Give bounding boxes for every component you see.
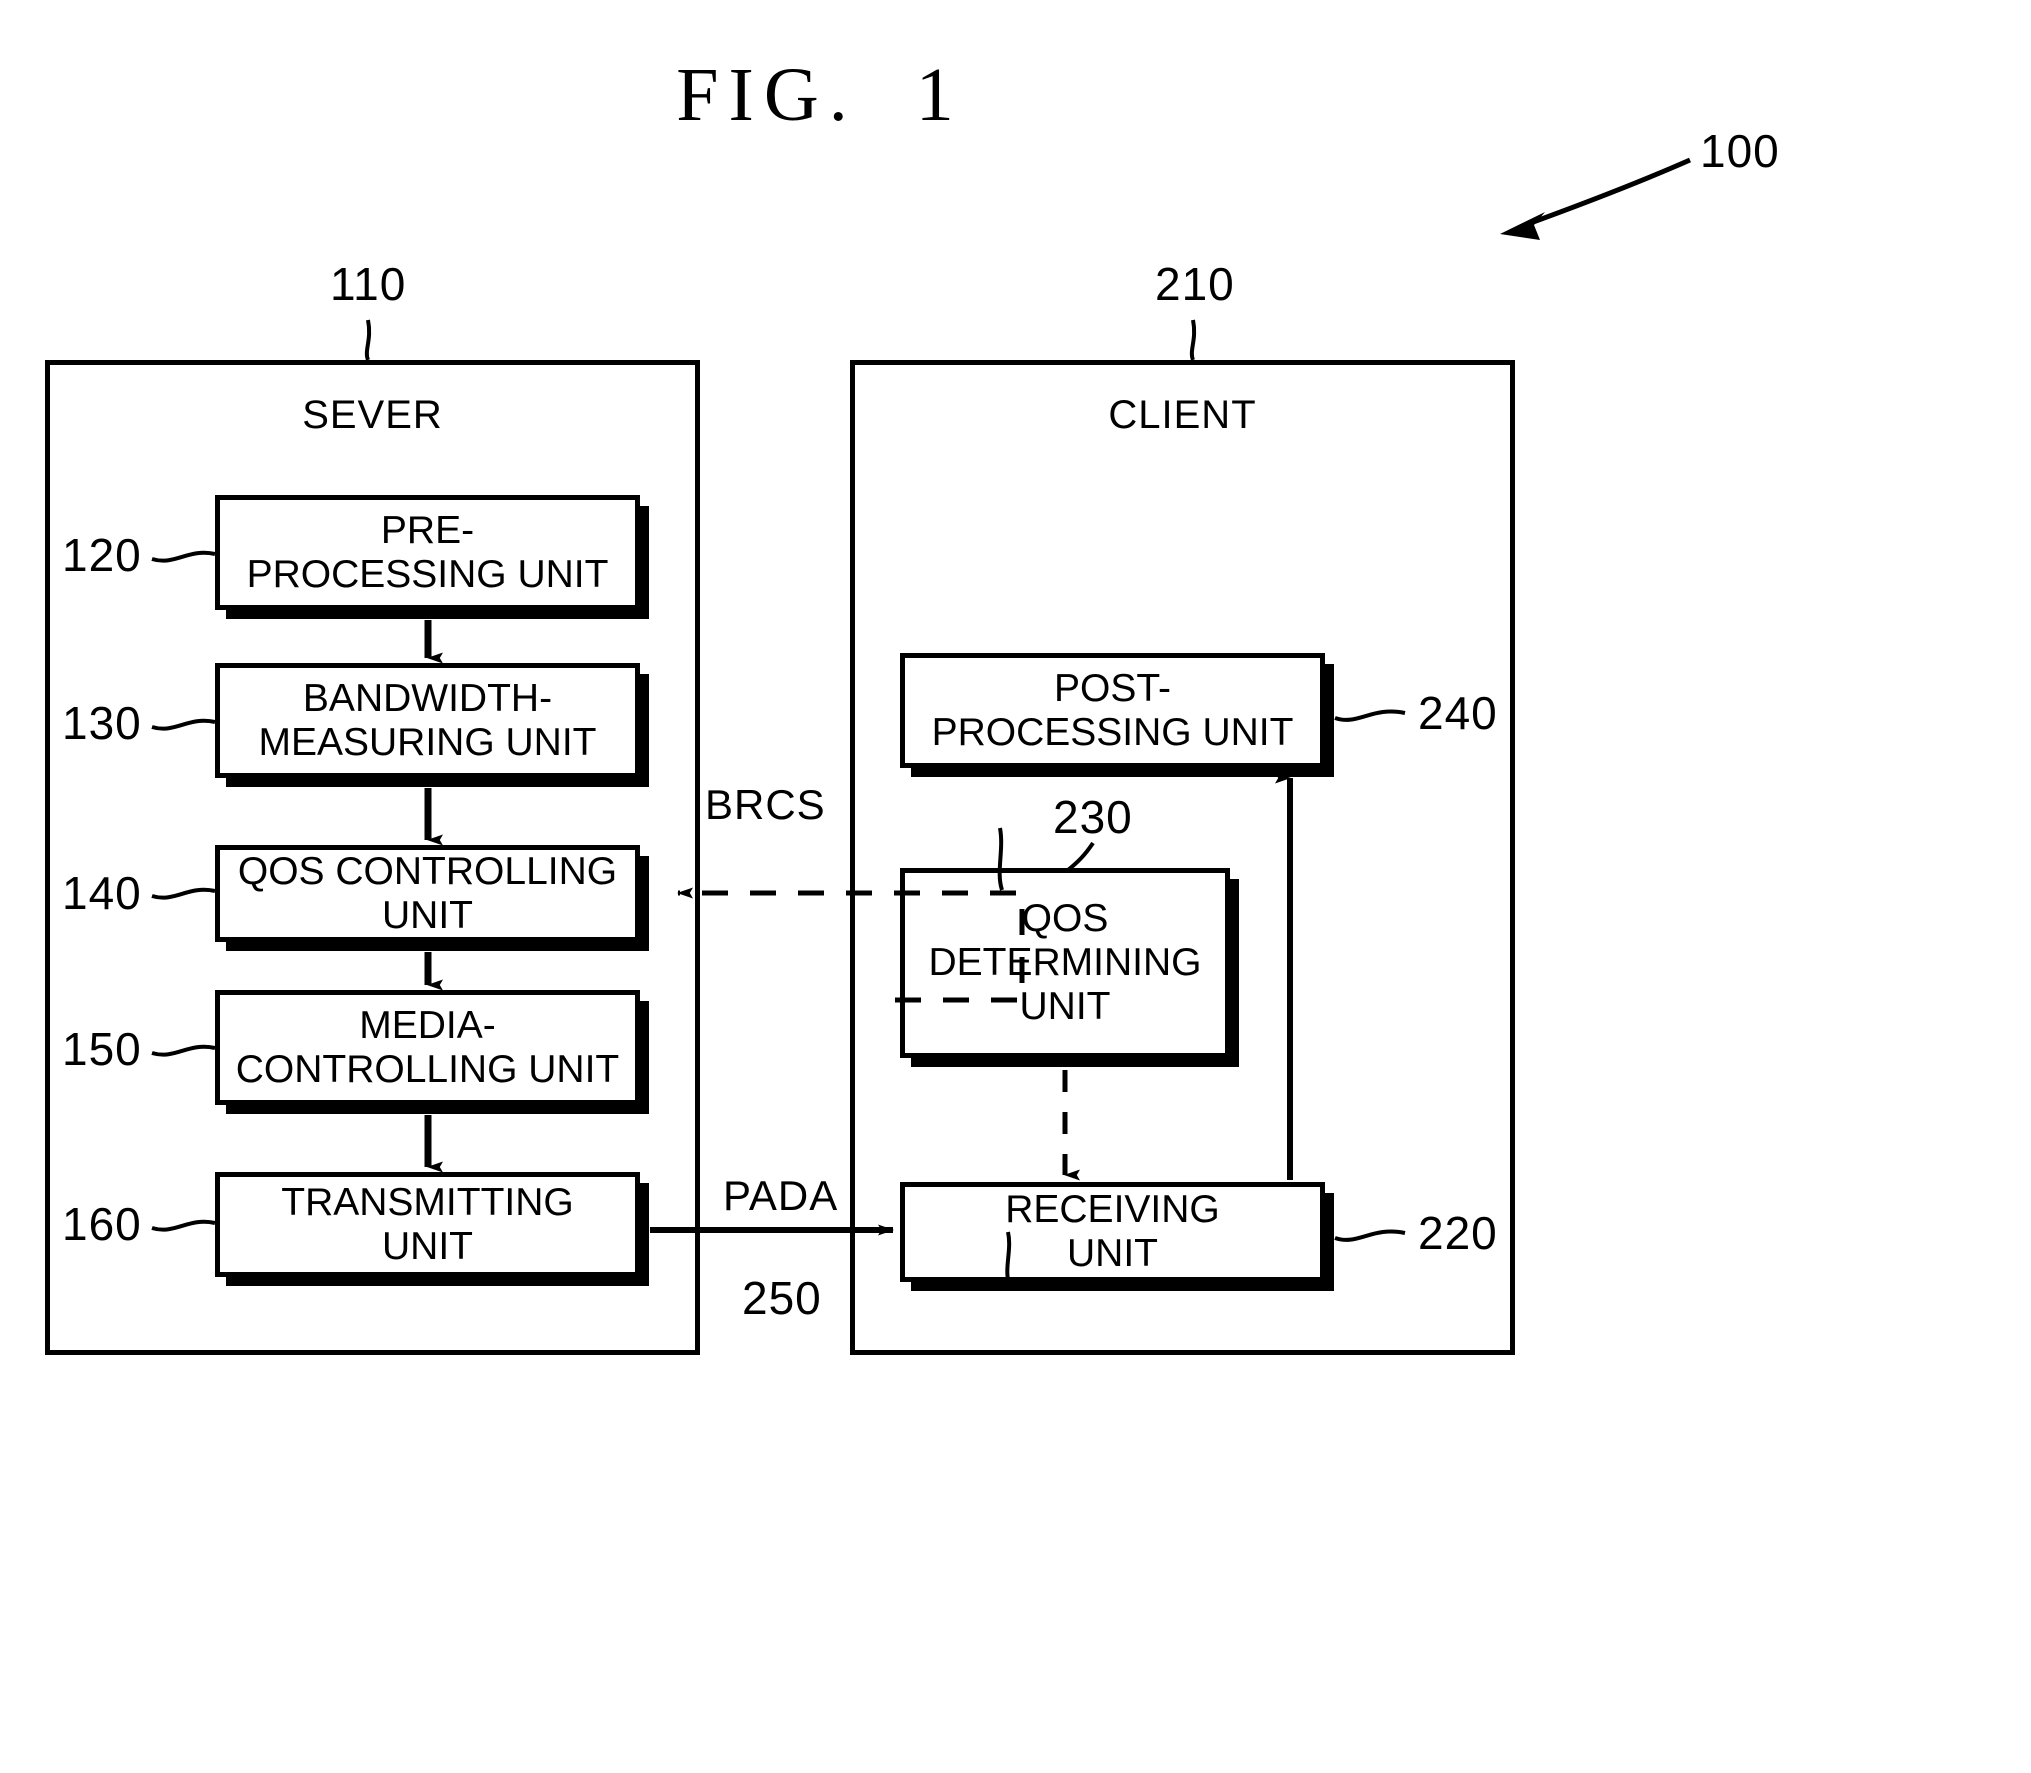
figure-title: FIG. 1 [676,53,964,137]
ref-number-130: 130 [62,697,142,749]
ref-number-230: 230 [1053,791,1133,843]
ref-number-120: 120 [62,529,142,581]
ref-number-100: 100 [1700,125,1780,177]
leader-line-100 [1524,157,1692,228]
ref-number-240: 240 [1418,687,1498,739]
unit-qos-controlling: QOS CONTROLLING UNIT [215,845,640,942]
unit-transmitting: TRANSMITTING UNIT [215,1172,640,1277]
ref-number-210: 210 [1155,258,1235,310]
signal-label-pada: PADA [723,1172,839,1219]
ref-number-110: 110 [330,258,407,310]
server-title: SEVER [302,393,443,437]
signal-label-brcs: BRCS [705,781,826,828]
leader-line-110 [364,319,372,361]
ref-number-160: 160 [62,1198,142,1250]
client-title: CLIENT [1108,393,1257,437]
unit-media-controlling: MEDIA- CONTROLLING UNIT [215,990,640,1105]
ref-number-220: 220 [1418,1207,1498,1259]
leader-arrowhead-100 [1500,212,1545,240]
figure-canvas: FIG. 1 100 SEVER 110 CLIENT 210 PRE- PRO… [0,0,2031,1773]
ref-number-150: 150 [62,1023,142,1075]
unit-bandwidth-measuring: BANDWIDTH- MEASURING UNIT [215,663,640,778]
ref-number-140: 140 [62,867,142,919]
ref-number-250: 250 [742,1272,822,1324]
unit-receiving: RECEIVING UNIT [900,1182,1325,1282]
leader-line-210 [1189,319,1197,361]
unit-post-processing: POST- PROCESSING UNIT [900,653,1325,768]
unit-pre-processing: PRE- PROCESSING UNIT [215,495,640,610]
unit-qos-determining: QOS DETERMINING UNIT [900,868,1230,1058]
